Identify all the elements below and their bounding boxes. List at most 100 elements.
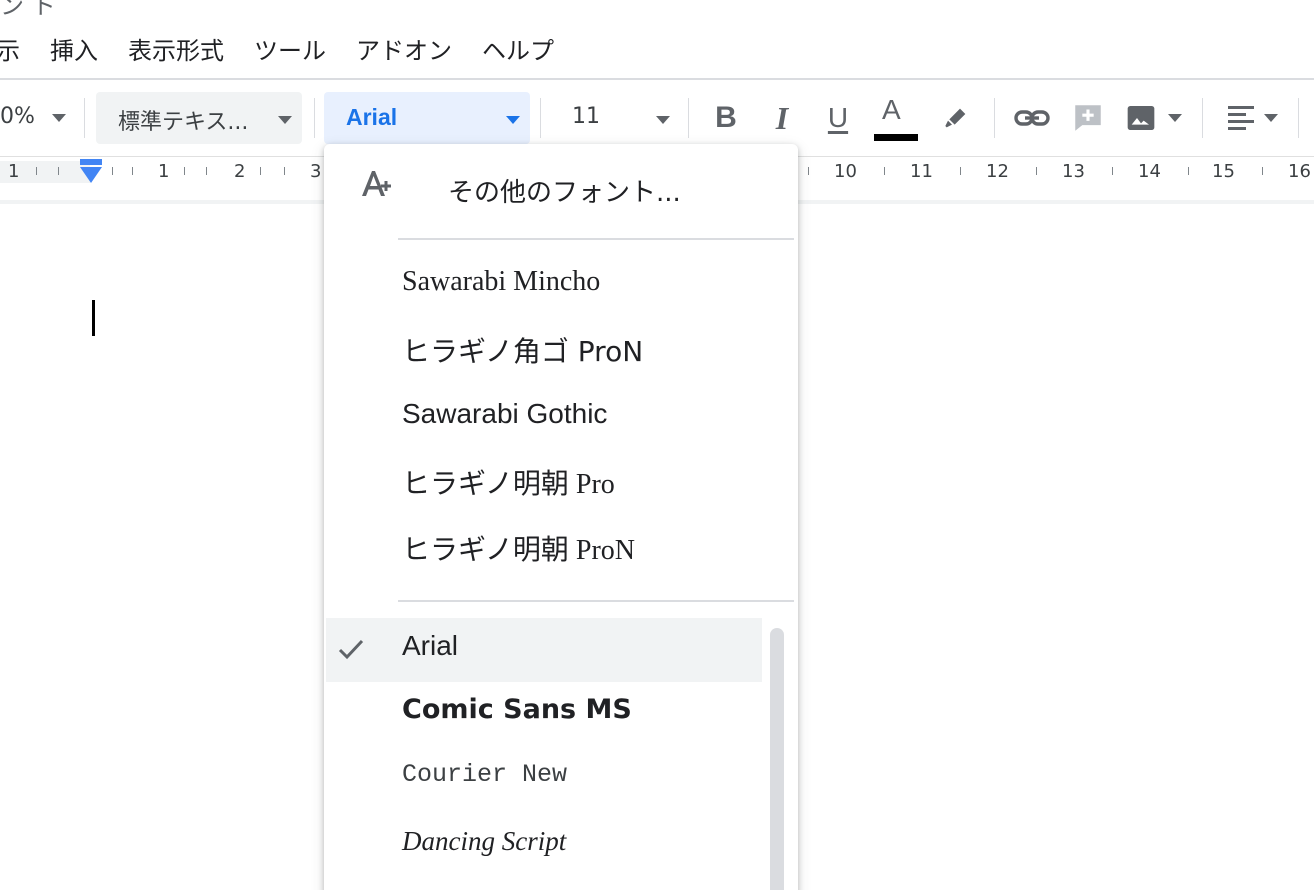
text-color-icon: A	[882, 94, 901, 125]
menu-insert[interactable]: 挿入	[50, 31, 98, 66]
menu-bar: 示 挿入 表示形式 ツール アドオン ヘルプ	[0, 28, 584, 68]
ruler-number: 12	[986, 161, 1009, 182]
zoom-value: 0%	[0, 104, 35, 129]
checkmark-icon	[338, 639, 364, 660]
font-option-sawarabi-gothic[interactable]: Sawarabi Gothic	[324, 386, 764, 450]
add-font-icon	[362, 171, 391, 196]
toolbar-divider	[994, 98, 995, 138]
ruler-tick	[58, 167, 59, 175]
menu-addons[interactable]: アドオン	[356, 31, 452, 66]
ruler-tick	[112, 167, 113, 175]
highlight-color-button[interactable]	[936, 98, 976, 138]
font-option-label: Comic Sans MS	[402, 694, 632, 725]
ruler-number: 2	[234, 161, 246, 182]
menu-tools[interactable]: ツール	[254, 31, 326, 66]
menu-format[interactable]: 表示形式	[128, 31, 224, 66]
ruler-tick	[808, 167, 809, 175]
font-option-label: ヒラギノ明朝 ProN	[402, 535, 635, 566]
ruler-tick	[132, 167, 133, 175]
font-option-dancing-script[interactable]: Dancing Script	[324, 814, 764, 878]
paragraph-style-value: 標準テキス...	[118, 110, 249, 135]
add-comment-button[interactable]	[1068, 98, 1108, 138]
font-option-label: ヒラギノ角ゴ ProN	[402, 335, 644, 368]
ruler-tick	[1036, 167, 1037, 175]
ruler-tick	[260, 167, 261, 175]
more-fonts-label: その他のフォント...	[448, 178, 681, 208]
toolbar-divider	[84, 98, 85, 138]
ruler-number: 13	[1062, 161, 1085, 182]
docs-window: ン ト 示 挿入 表示形式 ツール アドオン ヘルプ 0% 標準テキス... A…	[0, 0, 1314, 890]
toolbar-divider	[540, 98, 541, 138]
font-option-comic-sans[interactable]: Comic Sans MS	[324, 682, 764, 746]
ruler-tick	[206, 167, 207, 175]
font-option-label: Arial	[402, 630, 459, 661]
toolbar-divider	[688, 98, 689, 138]
link-icon	[1014, 110, 1050, 126]
highlighter-icon	[945, 108, 966, 128]
ruler-tick	[1188, 167, 1189, 175]
insert-link-button[interactable]	[1012, 98, 1052, 138]
italic-button[interactable]: I	[762, 98, 802, 138]
font-option-hiragino-mincho-pron[interactable]: ヒラギノ明朝 ProN	[324, 516, 764, 580]
chevron-down-icon	[278, 116, 292, 124]
add-comment-icon	[1075, 105, 1101, 131]
document-title-fragment: ン ト	[0, 0, 56, 20]
ruler-tick	[884, 167, 885, 175]
ruler-number: 14	[1138, 161, 1161, 182]
ruler-number: 3	[310, 161, 322, 182]
align-left-icon	[1228, 106, 1254, 130]
font-size-value: 11	[572, 104, 600, 129]
ruler-tick	[960, 167, 961, 175]
toolbar-divider	[1298, 98, 1299, 138]
underline-button[interactable]: U	[818, 98, 858, 138]
menu-divider	[398, 600, 794, 602]
ruler-tick	[184, 167, 185, 175]
font-option-label: Dancing Script	[402, 826, 567, 856]
ruler-number: 1	[8, 161, 20, 182]
align-dropdown[interactable]	[1222, 98, 1286, 138]
indent-marker-icon[interactable]	[78, 157, 104, 185]
ruler-tick	[36, 167, 37, 175]
more-fonts-item[interactable]: その他のフォント...	[324, 144, 798, 236]
font-option-hiragino-mincho-pro[interactable]: ヒラギノ明朝 Pro	[324, 450, 764, 514]
italic-icon: I	[775, 99, 789, 136]
ruler-number: 16	[1288, 161, 1311, 182]
font-family-value: Arial	[346, 104, 398, 130]
ruler-tick	[1112, 167, 1113, 175]
chevron-down-icon	[506, 116, 520, 124]
text-cursor	[92, 300, 95, 336]
font-option-courier-new[interactable]: Courier New	[324, 748, 764, 812]
ruler-tick	[1262, 167, 1263, 175]
font-option-arial[interactable]: Arial	[326, 618, 762, 682]
font-option-label: Sawarabi Gothic	[402, 398, 608, 429]
insert-image-button[interactable]	[1122, 98, 1188, 138]
image-icon	[1127, 106, 1155, 130]
ruler-tick	[284, 167, 285, 175]
ruler-number: 15	[1212, 161, 1235, 182]
ruler-number: 11	[910, 161, 933, 182]
font-option-label: Sawarabi Mincho	[402, 266, 601, 297]
menu-help[interactable]: ヘルプ	[482, 31, 554, 66]
font-option-label: ヒラギノ明朝 Pro	[402, 469, 615, 500]
font-option-sawarabi-mincho[interactable]: Sawarabi Mincho	[324, 254, 764, 318]
underline-icon: U	[827, 102, 849, 133]
menu-view[interactable]: 示	[0, 31, 20, 66]
toolbar-divider	[1202, 98, 1203, 138]
font-option-hiragino-kaku-gothic[interactable]: ヒラギノ角ゴ ProN	[324, 318, 764, 382]
text-color-button[interactable]: A	[872, 94, 920, 144]
chevron-down-icon	[52, 114, 66, 122]
font-option-label: Courier New	[402, 760, 568, 789]
font-dropdown-menu: その他のフォント... Sawarabi Mincho ヒラギノ角ゴ ProN …	[324, 144, 798, 890]
ruler-number: 10	[834, 161, 857, 182]
chevron-down-icon	[1168, 114, 1182, 122]
text-color-swatch	[874, 134, 918, 141]
bold-button[interactable]: B	[706, 98, 746, 138]
zoom-dropdown[interactable]: 0%	[0, 92, 80, 144]
menu-scrollbar[interactable]	[770, 628, 784, 890]
chevron-down-icon	[1264, 114, 1278, 122]
bold-icon: B	[715, 101, 737, 134]
menu-divider	[398, 238, 794, 240]
ruler-number: 1	[158, 161, 170, 182]
toolbar-divider	[314, 98, 315, 138]
chevron-down-icon	[656, 116, 670, 124]
